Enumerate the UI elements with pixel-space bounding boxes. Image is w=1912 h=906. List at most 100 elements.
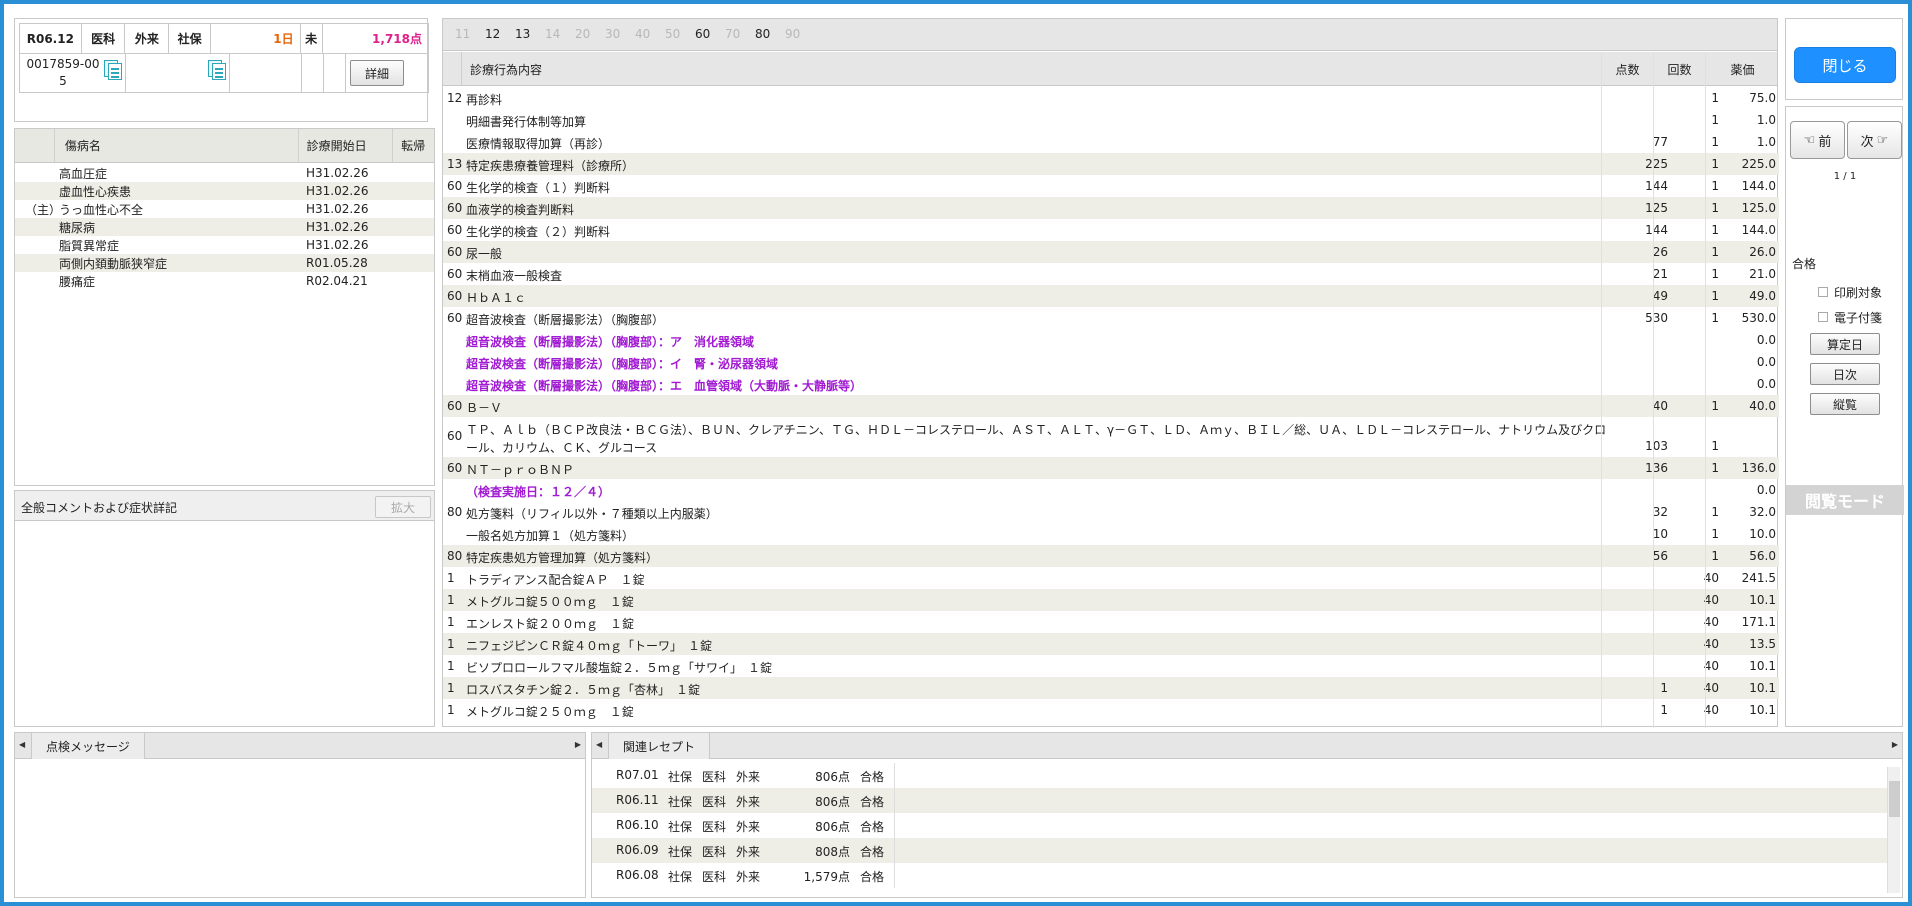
tab-category-20[interactable]: 20 [575,27,590,41]
procedure-row[interactable]: 60 血液学的検査判断料 125 1 125.0 [443,197,1779,219]
procedure-row[interactable]: 明細書発行体制等加算 1 1.0 [443,109,1779,131]
related-receipt-row[interactable]: R07.01 社保 医科 外来 806点 合格 [592,763,1887,788]
detail-button[interactable]: 詳細 [350,60,404,86]
related-receipt-row[interactable]: R06.10 社保 医科 外来 806点 合格 [592,813,1887,838]
procedure-row[interactable]: 13 特定疾患療養管理料（診療所） 225 1 225.0 [443,153,1779,175]
procedure-row[interactable]: 12 再診料 1 75.0 [443,87,1779,109]
column-procedure[interactable]: 診療行為内容 [461,52,1601,86]
procedure-count: 1 [1711,201,1719,215]
vertical-button[interactable]: 縦覧 [1810,393,1880,415]
tab-category-30[interactable]: 30 [605,27,620,41]
receipt-dept: 医科 [702,795,727,809]
related-receipt-row[interactable]: R06.08 社保 医科 外来 1,579点 合格 [592,863,1887,888]
scroll-left-icon[interactable]: ◀ [596,740,602,749]
procedure-row[interactable]: （検査実施日：１２／４） 0.0 [443,479,1779,501]
column-points[interactable]: 点数 [1601,52,1653,86]
procedure-row[interactable]: 1 メトグルコ錠２５０ｍｇ １錠 1 40 10.1 [443,699,1779,721]
procedure-row[interactable]: 60 尿一般 26 1 26.0 [443,241,1779,263]
document-icon[interactable] [208,60,226,80]
procedure-row[interactable]: 1 エンレスト錠２００ｍｇ １錠 40 171.1 [443,611,1779,633]
calc-date-button[interactable]: 算定日 [1810,333,1880,355]
next-button[interactable]: 次 ☞ [1847,121,1902,159]
procedure-row[interactable]: 一般名処方加算１（処方箋料） 10 1 10.0 [443,523,1779,545]
disease-row[interactable]: 両側内頚動脈狭窄症 R01.05.28 [15,254,434,272]
procedure-row[interactable]: 60 生化学的検査（２）判断料 144 1 144.0 [443,219,1779,241]
related-receipt-row[interactable]: R06.09 社保 医科 外来 808点 合格 [592,838,1887,863]
procedure-row[interactable]: 1 トラディアンス配合錠ＡＰ １錠 40 241.5 [443,567,1779,589]
receipt-dept: 医科 [702,820,727,834]
scroll-right-icon[interactable]: ▶ [1892,740,1898,749]
related-receipt-row[interactable]: R06.11 社保 医科 外来 806点 合格 [592,788,1887,813]
tab-category-90[interactable]: 90 [785,27,800,41]
procedure-row[interactable]: 医療情報取得加算（再診） 77 1 1.0 [443,131,1779,153]
daily-button[interactable]: 日次 [1810,363,1880,385]
tab-category-13[interactable]: 13 [515,27,530,41]
procedure-row[interactable]: 60 ＨｂＡ１ｃ 49 1 49.0 [443,285,1779,307]
procedure-row[interactable]: 1 ビソプロロールフマル酸塩錠２．５ｍｇ「サワイ」 １錠 40 10.1 [443,655,1779,677]
prev-button[interactable]: ☜ 前 [1790,121,1845,159]
tab-check-messages[interactable]: 点検メッセージ [31,733,145,759]
sidebar-controls: ☜ 前 次 ☞ 1 / 1 合格 印刷対象 電子付箋 算定日 日次 縦覧 閲覧モ… [1785,106,1904,727]
receipt-points: 1,579点 [803,870,850,884]
tab-category-80[interactable]: 80 [755,27,770,41]
tab-category-11[interactable]: 11 [455,27,470,41]
comment-textarea[interactable] [15,522,434,727]
column-price[interactable]: 薬価 [1705,52,1779,86]
e-attach-checkbox[interactable] [1818,312,1828,322]
scrollbar-thumb[interactable] [1889,781,1900,817]
procedure-row[interactable]: 60 生化学的検査（１）判断料 144 1 144.0 [443,175,1779,197]
expand-button[interactable]: 拡大 [375,496,431,518]
print-target-checkbox[interactable] [1818,287,1828,297]
procedure-name: Ｂ－Ｖ [466,401,503,415]
disease-row[interactable]: 虚血性心疾患 H31.02.26 [15,182,434,200]
disease-row[interactable]: 糖尿病 H31.02.26 [15,218,434,236]
disease-row[interactable]: （主） うっ血性心不全 H31.02.26 [15,200,434,218]
procedure-row[interactable]: 60 ＴＰ、Ａｌｂ（ＢＣＰ改良法・ＢＣＧ法）、ＢＵＮ、クレアチニン、ＴＧ、ＨＤＬ－… [443,417,1779,457]
procedure-row[interactable]: 1 ニフェジピンＣＲ錠４０ｍｇ「トーワ」 １錠 40 13.5 [443,633,1779,655]
tab-related-receipts[interactable]: 関連レセプト [608,733,711,759]
tab-category-40[interactable]: 40 [635,27,650,41]
tab-category-50[interactable]: 50 [665,27,680,41]
procedure-row[interactable]: 80 特定疾患処方管理加算（処方箋料） 56 1 56.0 [443,545,1779,567]
column-disease-name[interactable]: 傷病名 [55,129,299,162]
procedure-row[interactable]: 1 メトグルコ錠５００ｍｇ １錠 40 10.1 [443,589,1779,611]
receipt-insurance: 社保 [668,820,693,834]
procedure-row[interactable]: 超音波検査（断層撮影法）（胸腹部）：エ 血管領域（大動脈・大静脈等） 0.0 [443,373,1779,395]
disease-row[interactable]: 腰痛症 R02.04.21 [15,272,434,290]
procedure-count: 1 [1711,223,1719,237]
tab-category-60[interactable]: 60 [695,27,710,41]
procedure-row[interactable]: 60 Ｂ－Ｖ 40 1 40.0 [443,395,1779,417]
disease-row[interactable]: 高血圧症 H31.02.26 [15,164,434,182]
tab-category-14[interactable]: 14 [545,27,560,41]
scrollbar[interactable] [1887,767,1900,893]
column-outcome[interactable]: 転帰 [393,129,434,162]
close-button[interactable]: 閉じる [1794,47,1896,83]
procedure-count: 1 [1711,179,1719,193]
column-count[interactable]: 回数 [1653,52,1705,86]
procedure-points: 103 [1645,439,1668,453]
related-receipts-panel: ◀ 関連レセプト ▶ R07.01 社保 医科 外来 806点 合格 R06.11 社保 医科外… [591,732,1903,898]
document-icon[interactable] [104,60,122,80]
column-start-date[interactable]: 診療開始日 [299,129,394,162]
procedure-row[interactable]: 60 末梢血液一般検査 21 1 21.0 [443,263,1779,285]
procedure-row[interactable]: 60 超音波検査（断層撮影法）（胸腹部） 530 1 530.0 [443,307,1779,329]
scroll-left-icon[interactable]: ◀ [19,740,25,749]
procedure-name: ビソプロロールフマル酸塩錠２．５ｍｇ「サワイ」 １錠 [466,661,773,675]
receipt-summary-row: R06.12 医科 外来 社保 1日 未 1,718点 [19,23,429,54]
procedure-code: 1 [447,637,455,651]
procedure-price: 1.0 [1756,135,1776,149]
procedure-row[interactable]: 超音波検査（断層撮影法）（胸腹部）：ア 消化器領域 0.0 [443,329,1779,351]
procedure-row[interactable]: 超音波検査（断層撮影法）（胸腹部）：イ 腎・泌尿器領域 0.0 [443,351,1779,373]
tab-category-12[interactable]: 12 [485,27,500,41]
receipt-result: 合格 [860,870,885,884]
disease-row[interactable]: 脂質異常症 H31.02.26 [15,236,434,254]
scroll-right-icon[interactable]: ▶ [575,740,581,749]
check-messages-panel: ◀ 点検メッセージ ▶ [14,732,586,898]
tab-category-70[interactable]: 70 [725,27,740,41]
receipt-days: 1日 [211,24,301,53]
procedure-row[interactable]: 60 ＮＴ－ｐｒｏＢＮＰ 136 1 136.0 [443,457,1779,479]
procedure-row[interactable]: 1 ロスバスタチン錠２．５ｍｇ「杏林」 １錠 1 40 10.1 [443,677,1779,699]
procedure-points: 225 [1645,157,1668,171]
procedure-points: 1 [1660,703,1668,717]
procedure-row[interactable]: 80 処方箋料（リフィル以外・７種類以上内服薬） 32 1 32.0 [443,501,1779,523]
